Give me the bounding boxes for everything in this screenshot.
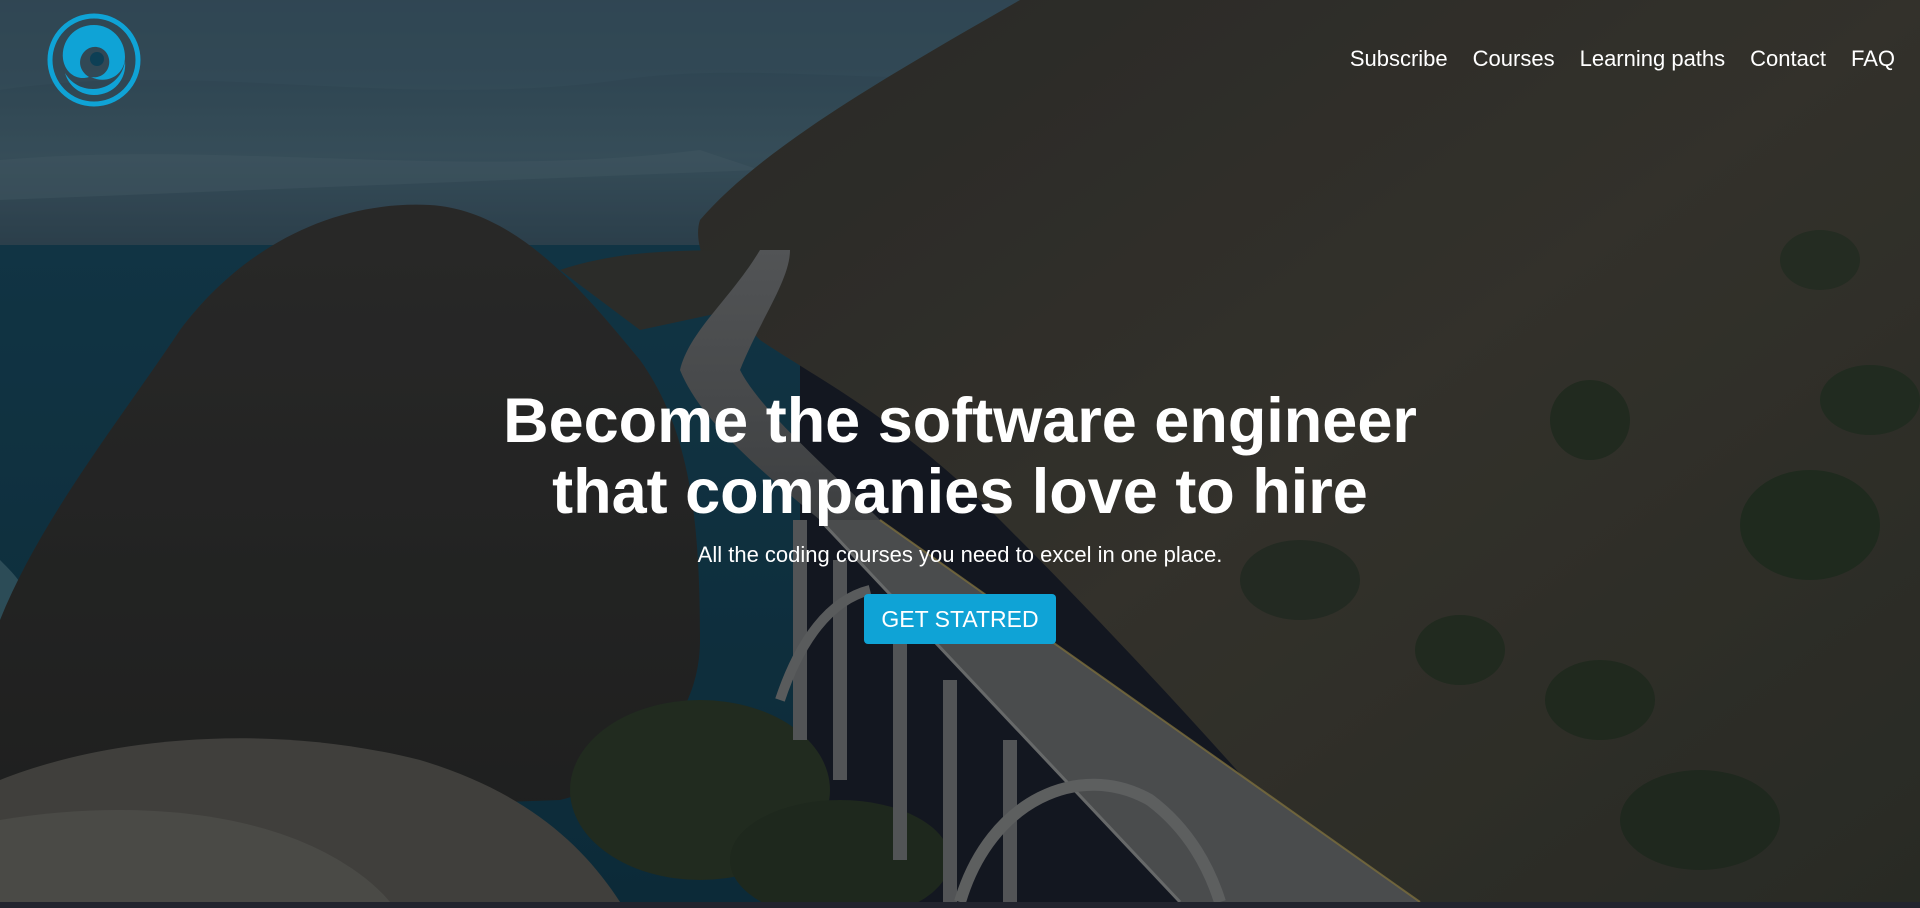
hero-section: Subscribe Courses Learning paths Contact… — [0, 0, 1920, 902]
nav-courses[interactable]: Courses — [1473, 44, 1555, 74]
page-bottom-edge — [0, 902, 1920, 908]
main-nav: Subscribe Courses Learning paths Contact… — [1350, 44, 1895, 74]
hero-headline-line2: that companies love to hire — [552, 457, 1368, 527]
nav-contact[interactable]: Contact — [1750, 44, 1826, 74]
swirl-logo-icon[interactable] — [47, 13, 141, 107]
nav-subscribe[interactable]: Subscribe — [1350, 44, 1448, 74]
hero-headline: Become the software engineer that compan… — [0, 386, 1920, 528]
cta-container: GET STATRED — [0, 594, 1920, 644]
get-started-button[interactable]: GET STATRED — [864, 594, 1056, 644]
nav-learning-paths[interactable]: Learning paths — [1580, 44, 1726, 74]
hero-headline-line1: Become the software engineer — [503, 386, 1417, 456]
hero-subtitle: All the coding courses you need to excel… — [697, 542, 1223, 567]
nav-faq[interactable]: FAQ — [1851, 44, 1895, 74]
